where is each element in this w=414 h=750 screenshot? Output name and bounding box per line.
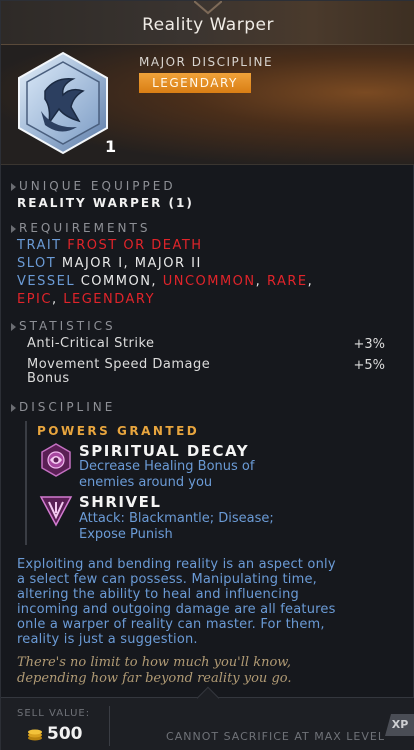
unique-equipped-value: REALITY WARPER (1) bbox=[17, 196, 194, 210]
item-count: 1 bbox=[105, 137, 117, 156]
power-description: Attack: Blackmantle; Disease; bbox=[79, 511, 274, 526]
requirement-slot: SLOT MAJOR I, MAJOR II bbox=[17, 256, 202, 271]
decay-rose-icon bbox=[41, 443, 71, 477]
sell-value: 500 bbox=[47, 724, 83, 744]
lore-text: Exploiting and bending reality is an asp… bbox=[17, 557, 336, 647]
stat-name-cont: Bonus bbox=[27, 371, 70, 386]
cannot-sacrifice-note: CANNOT SACRIFICE AT MAX LEVEL bbox=[166, 730, 385, 743]
requirement-vessel-cont: EPIC, LEGENDARY bbox=[17, 292, 156, 307]
section-statistics: STATISTICS bbox=[11, 319, 116, 333]
xp-badge[interactable]: XP bbox=[385, 714, 414, 736]
item-type: MAJOR DISCIPLINE bbox=[139, 55, 274, 69]
section-requirements: REQUIREMENTS bbox=[11, 221, 150, 235]
section-marker-icon bbox=[11, 403, 16, 412]
shrivel-claw-icon bbox=[39, 496, 73, 527]
flavor-quote: There's no limit to how much you'll know… bbox=[17, 655, 292, 686]
tooltip-footer: SELL VALUE: 500 CANNOT SACRIFICE AT MAX … bbox=[1, 686, 414, 750]
stat-name: Anti-Critical Strike bbox=[27, 336, 155, 351]
coin-stack-icon bbox=[28, 729, 42, 741]
section-discipline: DISCIPLINE bbox=[11, 400, 115, 414]
item-tooltip-card: Reality Warper 1 MAJOR DISCIPLINE LEGEND… bbox=[0, 0, 414, 750]
section-unique-equipped: UNIQUE EQUIPPED bbox=[11, 179, 176, 193]
section-marker-icon bbox=[11, 224, 16, 233]
stat-value: +3% bbox=[353, 337, 385, 352]
item-hero: 1 MAJOR DISCIPLINE LEGENDARY bbox=[1, 45, 414, 165]
power-name: SPIRITUAL DECAY bbox=[79, 442, 250, 460]
section-marker-icon bbox=[11, 322, 16, 331]
item-title: Reality Warper bbox=[142, 15, 274, 35]
horned-claw-crest-icon bbox=[18, 51, 108, 155]
power-name: SHRIVEL bbox=[79, 493, 162, 511]
header-chevron-icon bbox=[194, 1, 222, 15]
power-description-cont: Expose Punish bbox=[79, 527, 173, 542]
power-description: Decrease Healing Bonus of bbox=[79, 459, 255, 474]
requirement-trait: TRAIT FROST OR DEATH bbox=[17, 238, 203, 253]
section-marker-icon bbox=[11, 182, 16, 191]
title-bar: Reality Warper bbox=[1, 1, 414, 45]
stat-value: +5% bbox=[353, 358, 385, 373]
rarity-badge: LEGENDARY bbox=[139, 73, 251, 93]
requirement-vessel: VESSEL COMMON, UNCOMMON, RARE, bbox=[17, 274, 314, 289]
stat-name: Movement Speed Damage bbox=[27, 357, 211, 372]
footer-divider bbox=[109, 706, 110, 746]
sell-value-label: SELL VALUE: bbox=[17, 708, 91, 719]
power-description-cont: enemies around you bbox=[79, 475, 213, 490]
footer-notch bbox=[196, 686, 220, 710]
powers-granted-title: POWERS GRANTED bbox=[37, 424, 200, 438]
